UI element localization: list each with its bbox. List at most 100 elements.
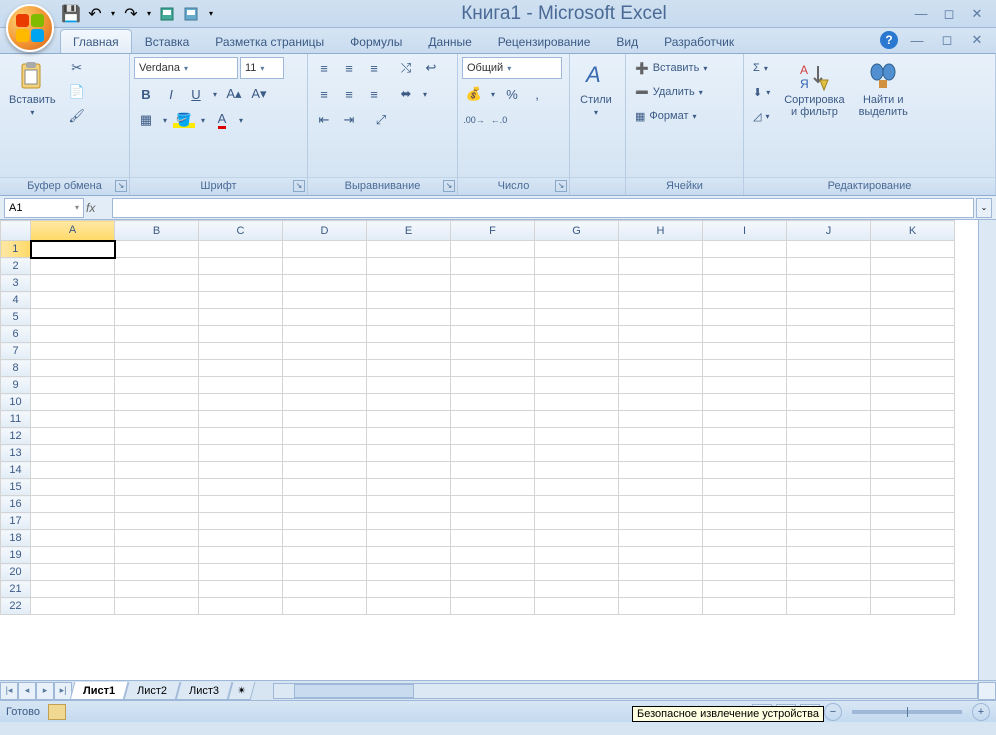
cell-J17[interactable] xyxy=(787,513,871,530)
cell-F8[interactable] xyxy=(451,360,535,377)
cell-H4[interactable] xyxy=(619,292,703,309)
row-header-20[interactable]: 20 xyxy=(1,564,31,581)
cell-F18[interactable] xyxy=(451,530,535,547)
row-header-6[interactable]: 6 xyxy=(1,326,31,343)
cell-A16[interactable] xyxy=(31,496,115,513)
cell-F16[interactable] xyxy=(451,496,535,513)
cell-B11[interactable] xyxy=(115,411,199,428)
alignment-launcher-icon[interactable]: ↘ xyxy=(443,180,455,192)
cell-B2[interactable] xyxy=(115,258,199,275)
cell-C18[interactable] xyxy=(199,530,283,547)
cell-K14[interactable] xyxy=(871,462,955,479)
align-top-icon[interactable]: ≡ xyxy=(312,57,336,79)
select-all-cell[interactable] xyxy=(1,221,31,241)
row-header-19[interactable]: 19 xyxy=(1,547,31,564)
cell-H20[interactable] xyxy=(619,564,703,581)
sheet-nav-first-icon[interactable]: |◂ xyxy=(0,682,18,700)
row-header-17[interactable]: 17 xyxy=(1,513,31,530)
cell-A6[interactable] xyxy=(31,326,115,343)
cell-C22[interactable] xyxy=(199,598,283,615)
cell-D15[interactable] xyxy=(283,479,367,496)
styles-button[interactable]: A Стили▾ xyxy=(574,57,618,122)
cell-I2[interactable] xyxy=(703,258,787,275)
cell-H13[interactable] xyxy=(619,445,703,462)
cut-icon[interactable]: ✂ xyxy=(65,57,89,79)
cell-J20[interactable] xyxy=(787,564,871,581)
scroll-right-button[interactable] xyxy=(978,682,996,700)
cell-K12[interactable] xyxy=(871,428,955,445)
row-header-7[interactable]: 7 xyxy=(1,343,31,360)
redo-icon[interactable]: ↷ xyxy=(120,3,142,25)
cell-E9[interactable] xyxy=(367,377,451,394)
cell-C12[interactable] xyxy=(199,428,283,445)
autosum-button[interactable]: Σ ▾ xyxy=(748,57,775,79)
cell-F14[interactable] xyxy=(451,462,535,479)
row-header-10[interactable]: 10 xyxy=(1,394,31,411)
col-header-C[interactable]: C xyxy=(199,221,283,241)
cell-J4[interactable] xyxy=(787,292,871,309)
cell-B17[interactable] xyxy=(115,513,199,530)
cell-C1[interactable] xyxy=(199,241,283,258)
cell-C20[interactable] xyxy=(199,564,283,581)
number-launcher-icon[interactable]: ↘ xyxy=(555,180,567,192)
cell-F19[interactable] xyxy=(451,547,535,564)
cell-D2[interactable] xyxy=(283,258,367,275)
cell-K13[interactable] xyxy=(871,445,955,462)
row-header-4[interactable]: 4 xyxy=(1,292,31,309)
cell-H19[interactable] xyxy=(619,547,703,564)
col-header-B[interactable]: B xyxy=(115,221,199,241)
preview-icon[interactable] xyxy=(180,3,202,25)
cell-H5[interactable] xyxy=(619,309,703,326)
mdi-restore-button[interactable]: ◻ xyxy=(936,31,958,49)
quickprint-icon[interactable] xyxy=(156,3,178,25)
col-header-D[interactable]: D xyxy=(283,221,367,241)
cell-E3[interactable] xyxy=(367,275,451,292)
mdi-close-button[interactable]: ✕ xyxy=(966,31,988,49)
cell-G17[interactable] xyxy=(535,513,619,530)
close-button[interactable]: ✕ xyxy=(966,5,988,23)
row-header-22[interactable]: 22 xyxy=(1,598,31,615)
cell-D14[interactable] xyxy=(283,462,367,479)
row-header-16[interactable]: 16 xyxy=(1,496,31,513)
cell-H1[interactable] xyxy=(619,241,703,258)
cell-F20[interactable] xyxy=(451,564,535,581)
cell-D11[interactable] xyxy=(283,411,367,428)
zoom-in-button[interactable]: + xyxy=(972,703,990,721)
cell-B4[interactable] xyxy=(115,292,199,309)
cell-I10[interactable] xyxy=(703,394,787,411)
cell-G5[interactable] xyxy=(535,309,619,326)
cell-D13[interactable] xyxy=(283,445,367,462)
cell-D16[interactable] xyxy=(283,496,367,513)
cell-J1[interactable] xyxy=(787,241,871,258)
cell-E7[interactable] xyxy=(367,343,451,360)
cell-A22[interactable] xyxy=(31,598,115,615)
orientation2-icon[interactable]: ⤢ xyxy=(369,109,393,131)
undo-icon[interactable]: ↶ xyxy=(84,3,106,25)
cell-I6[interactable] xyxy=(703,326,787,343)
cell-H2[interactable] xyxy=(619,258,703,275)
cell-F13[interactable] xyxy=(451,445,535,462)
cell-K4[interactable] xyxy=(871,292,955,309)
cell-H12[interactable] xyxy=(619,428,703,445)
cell-C3[interactable] xyxy=(199,275,283,292)
formula-input[interactable] xyxy=(112,198,974,218)
cell-G14[interactable] xyxy=(535,462,619,479)
minimize-button[interactable]: — xyxy=(910,5,932,23)
cell-B19[interactable] xyxy=(115,547,199,564)
mdi-minimize-button[interactable]: — xyxy=(906,31,928,49)
cell-B8[interactable] xyxy=(115,360,199,377)
row-header-5[interactable]: 5 xyxy=(1,309,31,326)
cell-F15[interactable] xyxy=(451,479,535,496)
sheet-nav-prev-icon[interactable]: ◂ xyxy=(18,682,36,700)
cell-I3[interactable] xyxy=(703,275,787,292)
align-left-icon[interactable]: ≡ xyxy=(312,83,336,105)
cell-F6[interactable] xyxy=(451,326,535,343)
col-header-F[interactable]: F xyxy=(451,221,535,241)
cell-K8[interactable] xyxy=(871,360,955,377)
cell-I5[interactable] xyxy=(703,309,787,326)
cell-B6[interactable] xyxy=(115,326,199,343)
col-header-G[interactable]: G xyxy=(535,221,619,241)
font-size-combo[interactable]: 11▾ xyxy=(240,57,284,79)
cell-K3[interactable] xyxy=(871,275,955,292)
delete-cells-button[interactable]: ➖Удалить ▾ xyxy=(630,81,739,103)
